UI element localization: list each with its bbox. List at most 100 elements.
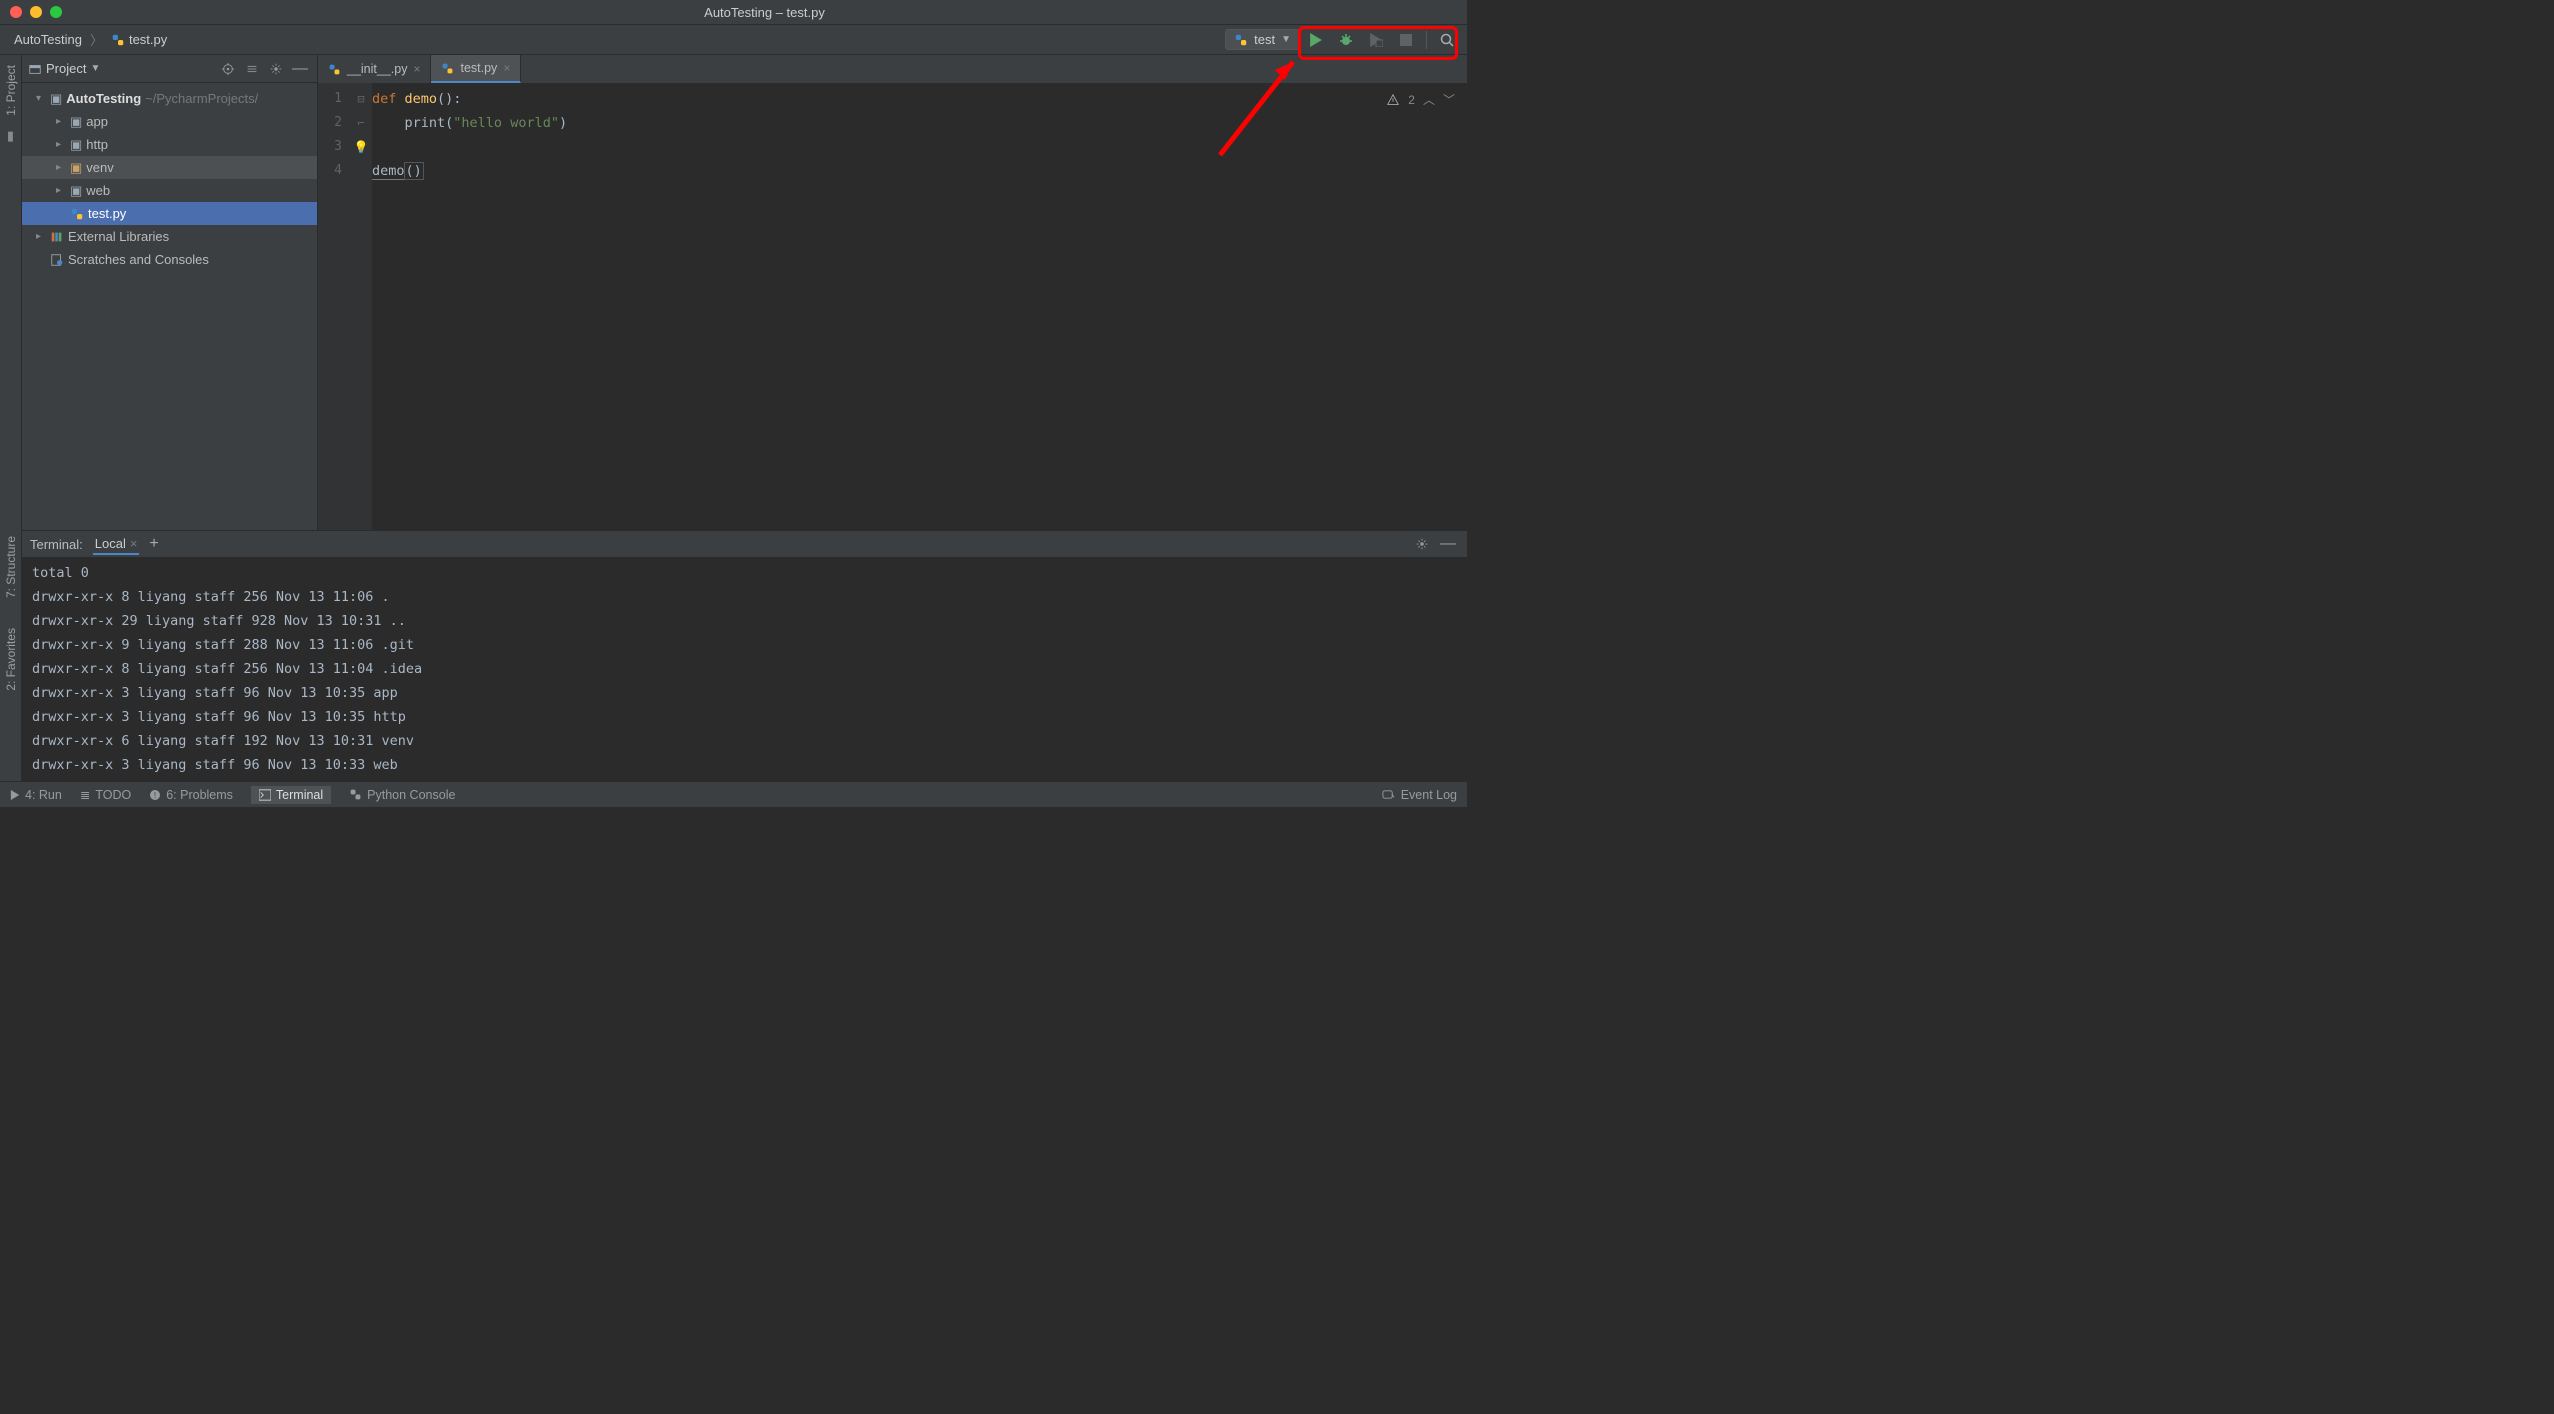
tree-scratches[interactable]: Scratches and Consoles [22,248,317,271]
status-todo[interactable]: ≣ TODO [80,787,131,802]
expand-all-button[interactable] [241,58,263,80]
intention-bulb-icon[interactable]: 💡 [350,135,372,159]
project-icon [28,62,42,76]
close-tab-icon[interactable]: × [503,61,510,75]
chevron-right-icon[interactable]: ▸ [56,139,66,150]
line-number-gutter: 1 2 3 4 [318,83,350,530]
inspection-widget[interactable]: 2 ︿ ﹀ [1386,91,1455,108]
python-icon [349,788,362,801]
code-text: (): [437,91,461,107]
terminal-line: total 0 [32,561,1459,585]
chevron-down-icon[interactable]: ▾ [36,93,46,104]
fold-minus-icon[interactable]: ⊟ [350,87,372,111]
string-literal: "hello world" [453,115,559,131]
terminal-line: drwxr-xr-x 29 liyang staff 928 Nov 13 10… [32,609,1459,633]
chevron-right-icon[interactable]: ▸ [36,231,46,242]
python-file-icon [441,62,454,75]
terminal-body[interactable]: total 0 drwxr-xr-x 8 liyang staff 256 No… [22,557,1467,781]
folder-icon: ▣ [50,91,62,107]
status-terminal[interactable]: Terminal [251,786,331,804]
list-icon: ≣ [80,787,90,802]
run-config-dropdown[interactable]: test ▼ [1225,29,1300,50]
chevron-right-icon[interactable]: ▸ [56,116,66,127]
run-coverage-button[interactable] [1362,26,1390,54]
line-number: 1 [318,87,342,111]
status-run[interactable]: 4: Run [10,788,62,802]
chevron-up-icon[interactable]: ︿ [1423,91,1435,108]
code-area[interactable]: 1 2 3 4 ⊟ ⌐ 💡 def demo(): print("hello w… [318,83,1467,530]
terminal-tab-local[interactable]: Local × [93,534,140,555]
chevron-right-icon[interactable]: ▸ [56,162,66,173]
chevron-down-icon: ▼ [1281,34,1291,45]
tree-item-label: External Libraries [68,229,169,244]
tree-root-label: AutoTesting [66,91,141,106]
bookmark-icon[interactable]: ▮ [7,128,14,144]
close-icon[interactable]: × [130,536,138,551]
terminal-header: Terminal: Local × + — [22,531,1467,557]
tree-folder-app[interactable]: ▸ ▣ app [22,110,317,133]
maximize-window-button[interactable] [50,6,62,18]
locate-button[interactable] [217,58,239,80]
tree-folder-venv[interactable]: ▸ ▣ venv [22,156,317,179]
line-number: 3 [318,135,342,159]
tree-root-path: ~/PycharmProjects/ [145,91,258,106]
tree-folder-http[interactable]: ▸ ▣ http [22,133,317,156]
tab-test[interactable]: test.py × [431,55,521,83]
problems-icon: ! [149,789,161,801]
status-problems[interactable]: ! 6: Problems [149,788,233,802]
tree-file-testpy[interactable]: test.py [22,202,317,225]
terminal-line: drwxr-xr-x 3 liyang staff 96 Nov 13 10:3… [32,753,1459,777]
paren-caret: () [405,163,423,179]
tree-root[interactable]: ▾ ▣ AutoTesting ~/PycharmProjects/ [22,87,317,110]
line-number: 4 [318,159,342,183]
tree-folder-web[interactable]: ▸ ▣ web [22,179,317,202]
run-button[interactable] [1302,26,1330,54]
folder-icon: ▣ [70,114,82,130]
navbar: AutoTesting 〉 test.py test ▼ [0,25,1467,55]
status-bar: 4: Run ≣ TODO ! 6: Problems Terminal Pyt… [0,781,1467,807]
tree-item-label: http [86,137,108,152]
stop-button[interactable] [1392,26,1420,54]
chevron-right-icon[interactable]: ▸ [56,185,66,196]
inspection-count: 2 [1408,93,1415,107]
status-event-log[interactable]: Event Log [1382,788,1457,802]
settings-button[interactable] [265,58,287,80]
hide-terminal-button[interactable]: — [1437,533,1459,555]
builtin-call: print [405,115,446,131]
status-python-console[interactable]: Python Console [349,788,455,802]
run-toolbar: test ▼ [1225,26,1461,54]
debug-button[interactable] [1332,26,1360,54]
terminal-line: drwxr-xr-x 8 liyang staff 256 Nov 13 11:… [32,657,1459,681]
sidebar-title[interactable]: Project [46,61,86,76]
add-terminal-button[interactable]: + [149,535,158,553]
chevron-down-icon[interactable]: ▼ [90,63,100,74]
traffic-lights [10,6,62,18]
minimize-window-button[interactable] [30,6,42,18]
fold-marker-icon[interactable]: ⌐ [350,111,372,135]
terminal-settings-button[interactable] [1411,533,1433,555]
editor: __init__.py × test.py × 1 2 3 4 ⊟ ⌐ 💡 [318,55,1467,530]
hide-button[interactable]: — [289,58,311,80]
close-tab-icon[interactable]: × [413,62,420,76]
project-tool-button[interactable]: 1: Project [4,65,18,116]
tab-init[interactable]: __init__.py × [318,55,431,83]
terminal-line: drwxr-xr-x 3 liyang staff 96 Nov 13 10:3… [32,681,1459,705]
gutter-icons: ⊟ ⌐ 💡 [350,83,372,530]
terminal-line: drwxr-xr-x 8 liyang staff 256 Nov 13 11:… [32,585,1459,609]
python-file-icon [111,33,125,47]
structure-tool-button[interactable]: 7: Structure [4,536,18,598]
close-window-button[interactable] [10,6,22,18]
project-sidebar: Project ▼ — ▾ ▣ AutoTesting ~/PycharmPro… [22,55,318,530]
project-tree[interactable]: ▾ ▣ AutoTesting ~/PycharmProjects/ ▸ ▣ a… [22,83,317,275]
excluded-folder-icon: ▣ [70,160,82,176]
code-content[interactable]: def demo(): print("hello world") demo() [372,83,1467,530]
chevron-down-icon[interactable]: ﹀ [1443,91,1455,108]
favorites-tool-button[interactable]: 2: Favorites [4,628,18,691]
play-icon [10,790,20,800]
tree-item-label: venv [86,160,113,175]
breadcrumb-file[interactable]: test.py [129,32,167,47]
breadcrumb-root[interactable]: AutoTesting [14,32,82,47]
tree-external-libraries[interactable]: ▸ External Libraries [22,225,317,248]
paren: ) [559,115,567,131]
search-everywhere-button[interactable] [1433,26,1461,54]
